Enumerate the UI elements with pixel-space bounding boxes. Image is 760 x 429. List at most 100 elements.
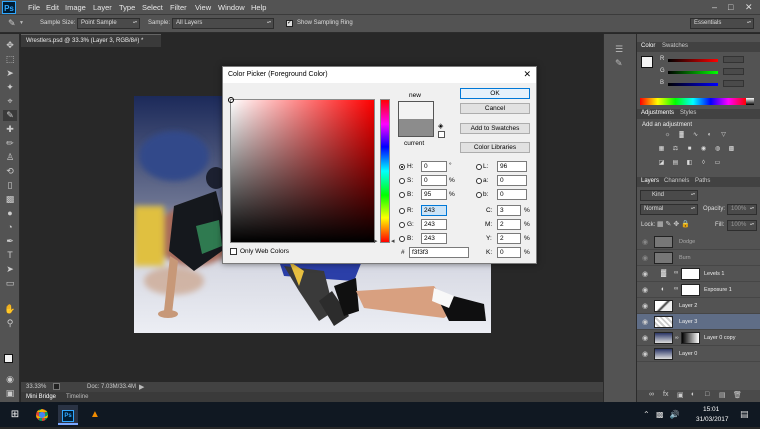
hue-radio[interactable]: [399, 164, 405, 170]
current-color-swatch[interactable]: [399, 119, 433, 136]
menu-edit[interactable]: Edit: [46, 3, 59, 12]
marquee-tool-icon[interactable]: ⬚: [3, 54, 17, 65]
levels-icon[interactable]: ▓: [677, 132, 686, 139]
tab-paths[interactable]: Paths: [695, 178, 710, 184]
layer-row[interactable]: ◉ Dodge: [637, 234, 760, 250]
red-input[interactable]: 243: [421, 205, 447, 216]
color-field[interactable]: [228, 97, 375, 243]
tab-color[interactable]: Color: [641, 43, 655, 49]
brightness-radio[interactable]: [399, 192, 405, 198]
quick-mask-icon[interactable]: ◉: [3, 374, 17, 385]
green-slider[interactable]: [668, 71, 718, 74]
tab-layers[interactable]: Layers: [641, 178, 659, 184]
windows-start-icon[interactable]: ⊞: [5, 405, 25, 425]
zoom-tool-icon[interactable]: ⚲: [3, 318, 17, 329]
visibility-eye-icon[interactable]: ◉: [642, 254, 648, 262]
blue-radio[interactable]: [399, 236, 405, 242]
hex-input[interactable]: f3f3f3: [409, 247, 469, 258]
menu-window[interactable]: Window: [218, 3, 245, 12]
green-value-box[interactable]: [723, 68, 744, 75]
hue-saturation-icon[interactable]: ▦: [657, 146, 666, 153]
foreground-color-swatch[interactable]: [4, 354, 13, 363]
color-spectrum-ramp[interactable]: [640, 98, 746, 105]
hue-slider-left-arrow-icon[interactable]: ▸: [374, 237, 378, 245]
show-hidden-icons-icon[interactable]: ⌃: [643, 410, 650, 419]
fill-input[interactable]: 100%: [727, 220, 757, 231]
layer-row[interactable]: ◉ Layer 2: [637, 298, 760, 314]
invert-icon[interactable]: ◪: [657, 160, 666, 167]
blue-input[interactable]: 243: [421, 233, 447, 244]
move-tool-icon[interactable]: ✥: [3, 40, 17, 51]
new-adjustment-icon[interactable]: ◐: [691, 391, 695, 398]
menu-type[interactable]: Type: [119, 3, 135, 12]
hue-slider[interactable]: [380, 99, 390, 243]
magenta-input[interactable]: 2: [497, 219, 521, 230]
chrome-icon[interactable]: [32, 405, 52, 425]
add-to-swatches-button[interactable]: Add to Swatches: [460, 123, 530, 134]
layer-filter-kind-select[interactable]: Kind: [640, 190, 698, 201]
tab-styles[interactable]: Styles: [680, 110, 696, 116]
eyedropper-tool-icon[interactable]: ✎: [3, 110, 17, 121]
posterize-icon[interactable]: ▤: [671, 160, 680, 167]
layer-row[interactable]: ◉ ◐ ∞ Exposure 1: [637, 282, 760, 298]
menu-help[interactable]: Help: [251, 3, 266, 12]
menu-image[interactable]: Image: [65, 3, 86, 12]
workspace-select[interactable]: Essentials: [690, 18, 754, 29]
clone-stamp-tool-icon[interactable]: ♙: [3, 152, 17, 163]
tray-icons[interactable]: ⌃ ▩ 🔊: [643, 410, 680, 419]
hand-tool-icon[interactable]: ✋: [3, 304, 17, 315]
gradient-tool-icon[interactable]: ▩: [3, 194, 17, 205]
layer-row[interactable]: ◉ ▓ ∞ Levels 1: [637, 266, 760, 282]
green-input[interactable]: 243: [421, 219, 447, 230]
network-icon[interactable]: ▩: [656, 410, 664, 419]
status-menu-icon[interactable]: [53, 383, 60, 390]
new-group-icon[interactable]: □: [705, 391, 709, 398]
ok-button[interactable]: OK: [460, 88, 530, 99]
lightness-radio[interactable]: [476, 164, 482, 170]
blue-value-box[interactable]: [723, 80, 744, 87]
grayscale-ramp[interactable]: [746, 98, 754, 105]
sample-size-select[interactable]: Point Sample: [77, 18, 140, 29]
blue-slider[interactable]: [668, 83, 718, 86]
mini-bridge-tab[interactable]: Mini Bridge: [26, 394, 56, 400]
opacity-input[interactable]: 100%: [727, 204, 757, 215]
tab-adjustments[interactable]: Adjustments: [641, 110, 674, 116]
visibility-eye-icon[interactable]: ◉: [642, 302, 648, 310]
action-center-icon[interactable]: ▤: [740, 409, 749, 420]
vlc-icon[interactable]: ▲: [85, 405, 105, 425]
shape-tool-icon[interactable]: ▭: [3, 278, 17, 289]
clock-time[interactable]: 15:01: [703, 406, 719, 413]
pen-tool-icon[interactable]: ✒: [3, 236, 17, 247]
yellow-input[interactable]: 2: [497, 233, 521, 244]
exposure-icon[interactable]: ◐: [705, 132, 714, 139]
new-layer-icon[interactable]: ▤: [719, 391, 726, 399]
color-balance-icon[interactable]: ⚖: [671, 146, 680, 153]
color-libraries-button[interactable]: Color Libraries: [460, 142, 530, 153]
sample-select[interactable]: All Layers: [172, 18, 274, 29]
menu-view[interactable]: View: [195, 3, 211, 12]
tab-channels[interactable]: Channels: [664, 178, 689, 184]
zoom-level[interactable]: 33.33%: [26, 384, 46, 390]
blur-tool-icon[interactable]: ●: [3, 208, 17, 219]
layer-row[interactable]: ◉ ∞ Layer 0 copy: [637, 330, 760, 346]
menu-filter[interactable]: Filter: [170, 3, 187, 12]
layer-style-icon[interactable]: fx: [663, 391, 668, 398]
black-input[interactable]: 0: [497, 247, 521, 258]
photo-filter-icon[interactable]: ◉: [699, 146, 708, 153]
visibility-eye-icon[interactable]: ◉: [642, 318, 648, 326]
blend-mode-select[interactable]: Normal: [640, 204, 698, 215]
type-tool-icon[interactable]: T: [3, 250, 17, 261]
web-safe-warning-icon[interactable]: ◈: [438, 122, 443, 130]
brush-tool-icon[interactable]: ✏: [3, 138, 17, 149]
menu-layer[interactable]: Layer: [93, 3, 112, 12]
visibility-eye-icon[interactable]: ◉: [642, 286, 648, 294]
timeline-tab[interactable]: Timeline: [66, 394, 88, 400]
brightness-contrast-icon[interactable]: ☼: [663, 132, 672, 139]
visibility-eye-icon[interactable]: ◉: [642, 238, 648, 246]
layer-mask-thumbnail[interactable]: [681, 284, 700, 296]
lock-pixels-icon[interactable]: ▦ ✎ ✥ 🔒: [657, 220, 690, 228]
photoshop-taskbar-icon[interactable]: Ps: [58, 405, 78, 425]
properties-panel-icon[interactable]: ✎: [615, 58, 623, 69]
web-safe-swatch[interactable]: [438, 131, 445, 138]
visibility-eye-icon[interactable]: ◉: [642, 334, 648, 342]
